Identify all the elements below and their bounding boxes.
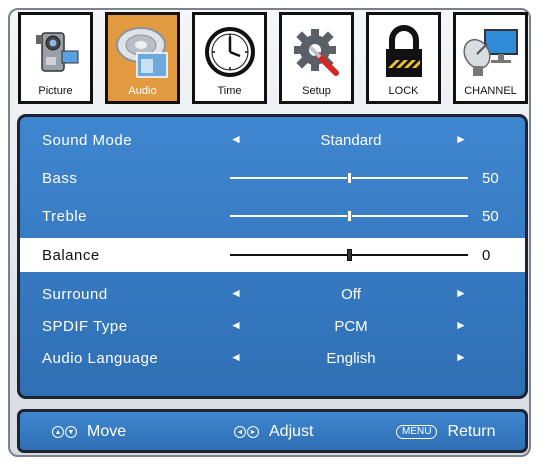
tab-channel[interactable]: CHANNEL <box>453 12 528 104</box>
spdif-type-row[interactable]: SPDIF Type ◄ PCM ► <box>20 309 525 343</box>
satellite-dish-icon <box>456 21 525 83</box>
left-arrow-icon[interactable]: ◄ <box>230 350 242 364</box>
bass-value: 50 <box>482 170 499 187</box>
tab-label: Time <box>217 85 242 97</box>
bass-label: Bass <box>42 170 78 187</box>
right-arrow-icon[interactable]: ► <box>455 286 467 300</box>
right-arrow-icon[interactable]: ► <box>455 132 467 146</box>
left-right-keys-icon: ◄ ► <box>234 426 259 438</box>
tab-label: LOCK <box>388 85 419 97</box>
tab-setup[interactable]: Setup <box>279 12 354 104</box>
balance-label: Balance <box>42 247 100 264</box>
tab-label: Audio <box>128 85 157 97</box>
padlock-icon <box>369 21 438 83</box>
audio-settings-panel: Sound Mode ◄ Standard ► Bass 50 Treble 5… <box>17 114 528 399</box>
right-arrow-icon[interactable]: ► <box>455 350 467 364</box>
left-arrow-icon[interactable]: ◄ <box>230 286 242 300</box>
tab-label: Setup <box>302 85 331 97</box>
audio-language-row[interactable]: Audio Language ◄ English ► <box>20 341 525 375</box>
camcorder-icon <box>21 21 90 83</box>
move-hint: ▲ ▼ Move <box>52 423 126 441</box>
move-label: Move <box>87 423 127 440</box>
spdif-type-label: SPDIF Type <box>42 318 128 335</box>
tab-audio[interactable]: Audio <box>105 12 180 104</box>
speaker-icon <box>108 21 177 83</box>
bass-row[interactable]: Bass 50 <box>20 161 525 195</box>
spdif-type-value: PCM <box>334 318 368 335</box>
left-arrow-icon[interactable]: ◄ <box>230 132 242 146</box>
left-arrow-icon[interactable]: ◄ <box>230 318 242 332</box>
tab-time[interactable]: Time <box>192 12 267 104</box>
balance-value: 0 <box>482 247 491 264</box>
return-hint: MENU Return <box>396 423 495 441</box>
tab-lock[interactable]: LOCK <box>366 12 441 104</box>
surround-row[interactable]: Surround ◄ Off ► <box>20 277 525 311</box>
sound-mode-label: Sound Mode <box>42 132 133 149</box>
slider-thumb[interactable] <box>346 210 352 222</box>
right-arrow-icon[interactable]: ► <box>455 318 467 332</box>
tab-label: Picture <box>38 85 73 97</box>
audio-language-label: Audio Language <box>42 350 159 367</box>
help-bar: ▲ ▼ Move ◄ ► Adjust MENU Return <box>17 409 528 453</box>
surround-label: Surround <box>42 286 108 303</box>
sound-mode-value: Standard <box>320 132 382 149</box>
menu-key-icon: MENU <box>396 425 438 439</box>
bass-slider[interactable] <box>230 172 468 184</box>
sound-mode-row[interactable]: Sound Mode ◄ Standard ► <box>20 123 525 157</box>
surround-value: Off <box>341 286 361 303</box>
tab-picture[interactable]: Picture <box>18 12 93 104</box>
adjust-label: Adjust <box>269 423 314 440</box>
audio-language-value: English <box>326 350 376 367</box>
treble-row[interactable]: Treble 50 <box>20 199 525 233</box>
treble-value: 50 <box>482 208 499 225</box>
return-label: Return <box>447 423 496 440</box>
clock-icon <box>195 21 264 83</box>
balance-slider[interactable] <box>230 249 468 261</box>
slider-thumb[interactable] <box>346 172 352 184</box>
up-down-keys-icon: ▲ ▼ <box>52 426 77 438</box>
treble-slider[interactable] <box>230 210 468 222</box>
balance-row[interactable]: Balance 0 <box>20 238 525 272</box>
slider-thumb[interactable] <box>346 249 352 261</box>
tab-label: CHANNEL <box>464 85 517 97</box>
gear-wrench-icon <box>282 21 351 83</box>
treble-label: Treble <box>42 208 87 225</box>
adjust-hint: ◄ ► Adjust <box>234 423 313 441</box>
